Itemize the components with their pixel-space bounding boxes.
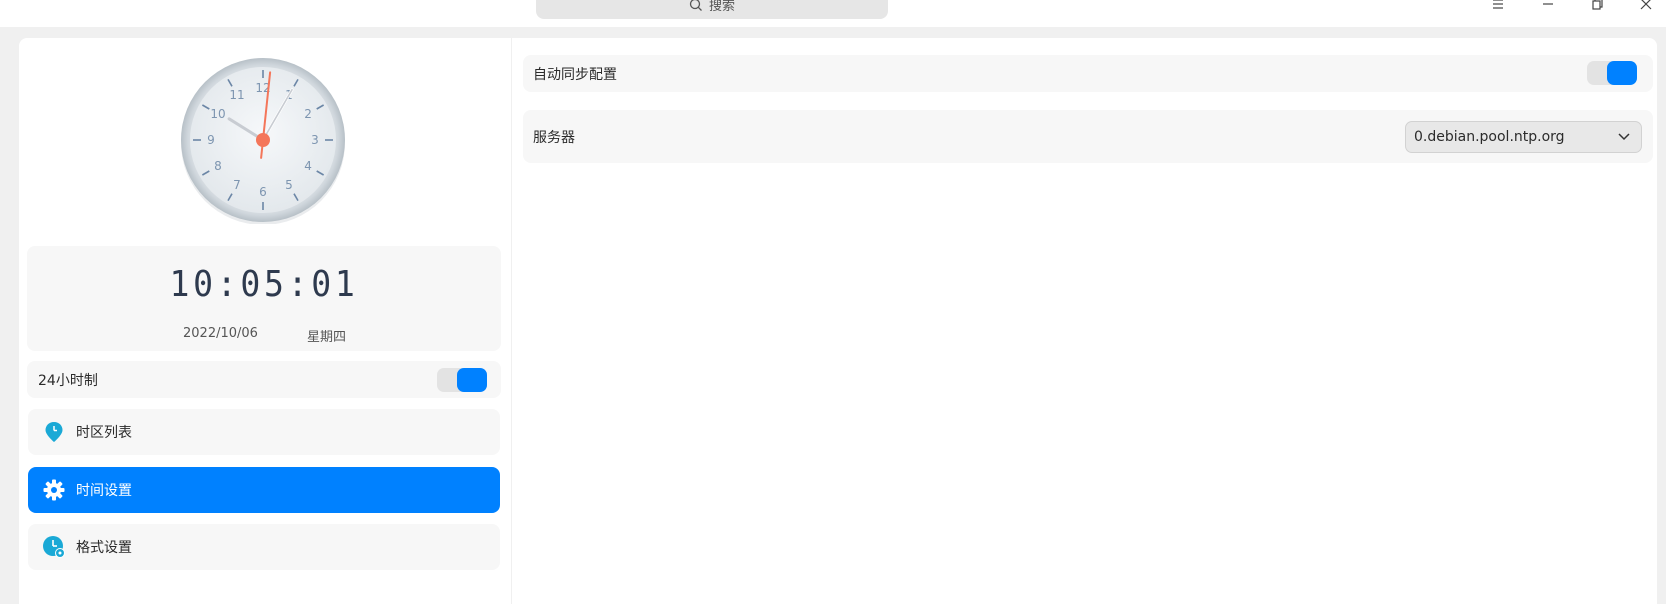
analog-clock: 121234567891011	[180, 58, 346, 225]
close-button[interactable]	[1636, 0, 1656, 12]
format-clock-icon	[42, 535, 66, 559]
clock-numeral: 11	[229, 88, 244, 102]
clock-center	[256, 133, 270, 147]
date-text: 2022/10/06	[183, 326, 258, 341]
server-value: 0.debian.pool.ntp.org	[1414, 129, 1565, 145]
clock-numeral: 10	[210, 107, 225, 121]
toggle-knob	[1607, 61, 1637, 85]
clock-numeral: 6	[259, 185, 267, 199]
clock-numeral: 7	[233, 178, 241, 192]
auto-sync-label: 自动同步配置	[533, 66, 617, 83]
menu-icon	[1493, 0, 1503, 9]
maximize-button[interactable]	[1587, 0, 1607, 12]
minimize-button[interactable]	[1538, 0, 1558, 12]
clock-numeral: 2	[304, 107, 312, 121]
weekday-text: 星期四	[307, 330, 347, 345]
minimize-icon	[1543, 3, 1553, 5]
nav-item-timezone-list[interactable]: 时区列表	[28, 409, 500, 455]
auto-sync-toggle[interactable]	[1587, 61, 1637, 85]
close-icon	[1640, 0, 1652, 10]
nav-item-time-settings[interactable]: 时间设置	[28, 467, 500, 513]
digital-time-card: 10:05:01 2022/10/06 星期四	[27, 246, 501, 351]
server-label: 服务器	[533, 129, 575, 146]
nav-label: 时区列表	[76, 425, 132, 441]
auto-sync-row: 自动同步配置	[523, 55, 1653, 92]
hour24-row: 24小时制	[27, 361, 501, 398]
chevron-down-icon	[1618, 133, 1630, 141]
nav-item-format-settings[interactable]: 格式设置	[28, 524, 500, 570]
clock-numeral: 8	[214, 159, 222, 173]
search-label: 搜索	[708, 0, 735, 14]
toggle-knob	[457, 368, 487, 392]
menu-button[interactable]	[1488, 0, 1508, 12]
maximize-icon	[1592, 0, 1603, 10]
clock-numeral: 4	[304, 159, 312, 173]
nav-label: 格式设置	[76, 540, 132, 556]
title-bar: 搜索	[0, 0, 1666, 27]
hour24-label: 24小时制	[38, 372, 98, 389]
server-select[interactable]: 0.debian.pool.ntp.org	[1405, 121, 1642, 153]
hour24-toggle[interactable]	[437, 368, 487, 392]
gear-icon	[42, 478, 66, 502]
clock-numeral: 5	[285, 178, 293, 192]
digital-time: 10:05:01	[169, 264, 359, 305]
clock-numeral: 9	[207, 133, 215, 147]
nav-label: 时间设置	[76, 483, 132, 499]
timezone-pin-icon	[42, 420, 66, 444]
search-box[interactable]: 搜索	[536, 0, 888, 19]
clock-numeral: 3	[311, 133, 319, 147]
search-icon	[689, 0, 702, 11]
